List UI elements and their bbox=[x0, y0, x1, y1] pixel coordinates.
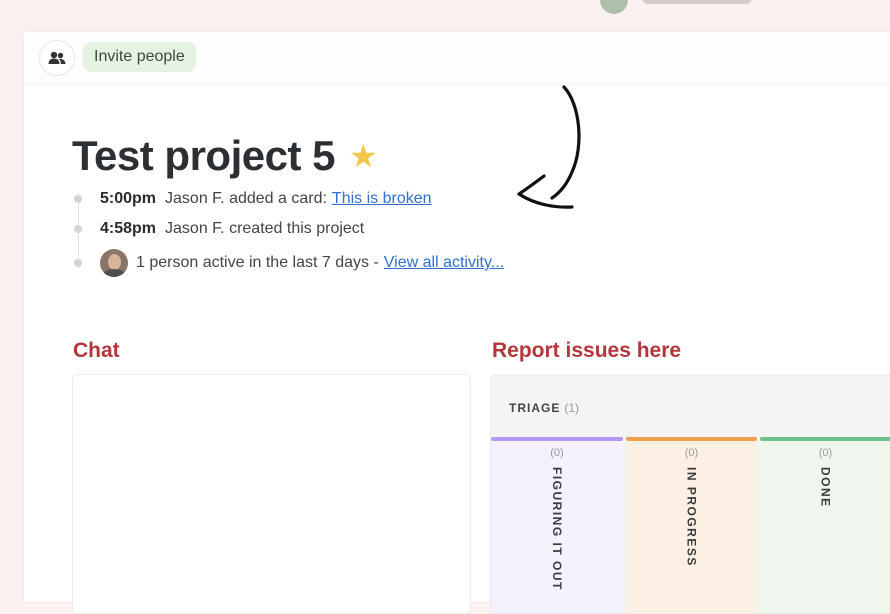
project-panel: Invite people Test project 5 ★ 5:00pm Ja… bbox=[24, 32, 890, 614]
column-count: (0) bbox=[550, 447, 564, 459]
hand-drawn-arrow-icon bbox=[517, 85, 581, 209]
column-in-progress[interactable]: (0) IN PROGRESS bbox=[626, 437, 757, 613]
activity-feed: 5:00pm Jason F. added a card: This is br… bbox=[74, 184, 504, 282]
column-label: DONE bbox=[818, 467, 833, 508]
chat-panel[interactable] bbox=[72, 374, 471, 614]
triage-header[interactable]: TRIAGE (1) bbox=[509, 401, 579, 415]
triage-label: TRIAGE bbox=[509, 401, 561, 415]
panel-header: Invite people bbox=[24, 32, 890, 85]
activity-time: 4:58pm bbox=[100, 220, 157, 237]
report-section-title: Report issues here bbox=[492, 339, 682, 362]
column-done[interactable]: (0) DONE bbox=[760, 437, 890, 613]
column-color-bar bbox=[491, 437, 623, 441]
timeline-dot bbox=[74, 195, 82, 203]
column-label: FIGURING IT OUT bbox=[550, 467, 564, 591]
column-count: (0) bbox=[818, 447, 833, 459]
view-all-activity-link[interactable]: View all activity... bbox=[384, 254, 504, 272]
top-bar-text bbox=[642, 0, 752, 4]
timeline-dot bbox=[74, 259, 82, 267]
column-count: (0) bbox=[684, 447, 699, 459]
activity-text: Jason F. created this project bbox=[165, 220, 365, 237]
activity-item: 1 person active in the last 7 days - Vie… bbox=[74, 244, 504, 282]
avatar[interactable] bbox=[100, 249, 128, 277]
column-color-bar bbox=[626, 437, 757, 441]
people-icon bbox=[48, 51, 66, 64]
card-link[interactable]: This is broken bbox=[332, 190, 432, 208]
people-button[interactable] bbox=[39, 40, 75, 76]
invite-people-button[interactable]: Invite people bbox=[83, 42, 196, 72]
activity-item: 5:00pm Jason F. added a card: This is br… bbox=[74, 184, 504, 214]
chat-section-title: Chat bbox=[73, 339, 120, 362]
user-avatar[interactable] bbox=[600, 0, 628, 14]
column-label: IN PROGRESS bbox=[684, 467, 699, 567]
activity-text: 1 person active in the last 7 days - bbox=[136, 254, 379, 271]
activity-text: Jason F. added a card: bbox=[165, 190, 327, 207]
column-figuring-it-out[interactable]: (0) FIGURING IT OUT bbox=[491, 437, 623, 613]
kanban-board: TRIAGE (1) (0) FIGURING IT OUT (0) IN PRO… bbox=[490, 374, 890, 614]
activity-time: 5:00pm bbox=[100, 190, 157, 207]
activity-item: 4:58pm Jason F. created this project bbox=[74, 214, 504, 244]
project-title: Test project 5 bbox=[72, 132, 335, 179]
project-title-row: Test project 5 ★ bbox=[72, 132, 378, 180]
top-bar bbox=[0, 0, 890, 30]
timeline-dot bbox=[74, 225, 82, 233]
star-icon[interactable]: ★ bbox=[349, 140, 378, 172]
column-color-bar bbox=[760, 437, 890, 441]
triage-count: (1) bbox=[564, 401, 580, 415]
